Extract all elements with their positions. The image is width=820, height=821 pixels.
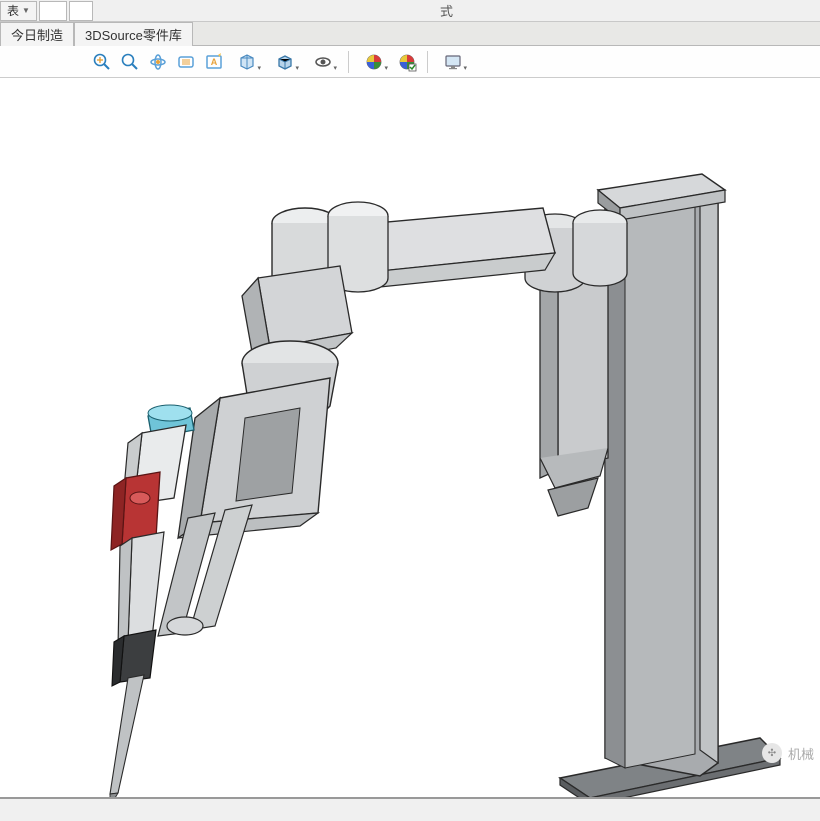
zoom-in-icon[interactable] bbox=[90, 50, 114, 74]
toolbar-separator bbox=[348, 51, 349, 73]
view-toolbar: A bbox=[0, 46, 820, 78]
model-render bbox=[0, 78, 820, 798]
screen-icon[interactable] bbox=[436, 50, 470, 74]
tab-label: 3DSource零件库 bbox=[85, 25, 182, 44]
view-style-icon[interactable] bbox=[268, 50, 302, 74]
table-menu-button[interactable]: 表 ▼ bbox=[0, 1, 37, 21]
toolbar-separator bbox=[427, 51, 428, 73]
center-label: 式 bbox=[93, 1, 800, 20]
appearance-color-icon[interactable] bbox=[357, 50, 391, 74]
table-menu-label: 表 bbox=[7, 2, 19, 19]
chevron-down-icon: ▼ bbox=[22, 6, 30, 15]
tab-today-manufacture[interactable]: 今日制造 bbox=[0, 22, 74, 46]
tab-label: 今日制造 bbox=[11, 25, 63, 44]
visibility-icon[interactable] bbox=[306, 50, 340, 74]
svg-text:A: A bbox=[211, 57, 218, 67]
orbit-icon[interactable] bbox=[146, 50, 170, 74]
small-box-2[interactable] bbox=[69, 1, 93, 21]
watermark-text: 机械 bbox=[788, 744, 814, 763]
pan-icon[interactable] bbox=[174, 50, 198, 74]
section-view-icon[interactable] bbox=[230, 50, 264, 74]
appearance-check-icon[interactable] bbox=[395, 50, 419, 74]
zoom-all-icon[interactable]: A bbox=[202, 50, 226, 74]
3d-viewport[interactable]: ✣ 机械 bbox=[0, 78, 820, 798]
wechat-icon: ✣ bbox=[762, 743, 782, 763]
watermark: ✣ 机械 bbox=[762, 743, 814, 763]
small-box-1[interactable] bbox=[39, 1, 67, 21]
tab-3dsource-parts[interactable]: 3DSource零件库 bbox=[74, 22, 193, 46]
status-bar bbox=[0, 798, 820, 821]
zoom-out-icon[interactable] bbox=[118, 50, 142, 74]
